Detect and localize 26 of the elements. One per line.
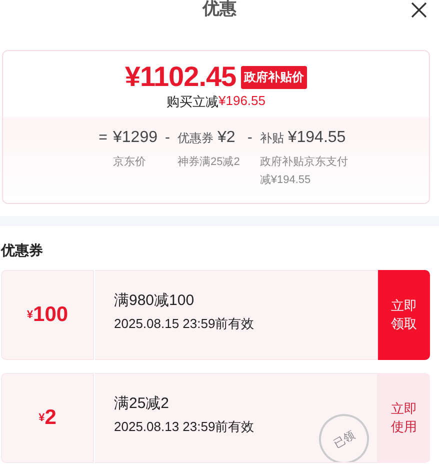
breakdown-note: 京东价	[113, 154, 147, 170]
close-icon[interactable]	[410, 1, 428, 19]
coupon-action-button[interactable]: 立即使用	[378, 373, 430, 463]
breakdown-amount: ¥194.55	[288, 129, 346, 147]
section-heading: 优惠券	[0, 241, 44, 260]
coupon-validity: 2025.08.15 23:59前有效	[114, 315, 256, 333]
coupon-action-button[interactable]: 立即领取	[378, 270, 430, 360]
subsidy-badge: 政府补贴价	[241, 66, 308, 88]
breakdown-amount: ¥2	[218, 129, 236, 147]
coupon-condition: 满25减2	[114, 394, 170, 413]
breakdown-label: 补贴	[260, 130, 284, 147]
operator-sign: =	[98, 129, 108, 146]
breakdown-label: 优惠券	[178, 130, 214, 147]
breakdown-amount: ¥1299	[113, 129, 158, 147]
saving-label: 购买立减	[166, 93, 218, 111]
coupon-validity: 2025.08.13 23:59前有效	[114, 418, 256, 436]
breakdown-note: 神券满25减2	[178, 155, 240, 170]
breakdown-note: 政府补贴京东支付减¥194.55	[260, 154, 349, 188]
coupon-value: ¥100	[1, 270, 94, 360]
operator-sign: -	[246, 129, 254, 146]
final-price: ¥1102.45	[124, 61, 236, 93]
coupon-condition: 满980减100	[114, 291, 196, 310]
dialog-title: 优惠	[202, 0, 236, 20]
coupon-value: ¥2	[1, 373, 94, 463]
saving-amount: ¥196.55	[218, 93, 266, 110]
operator-sign: -	[164, 129, 171, 146]
